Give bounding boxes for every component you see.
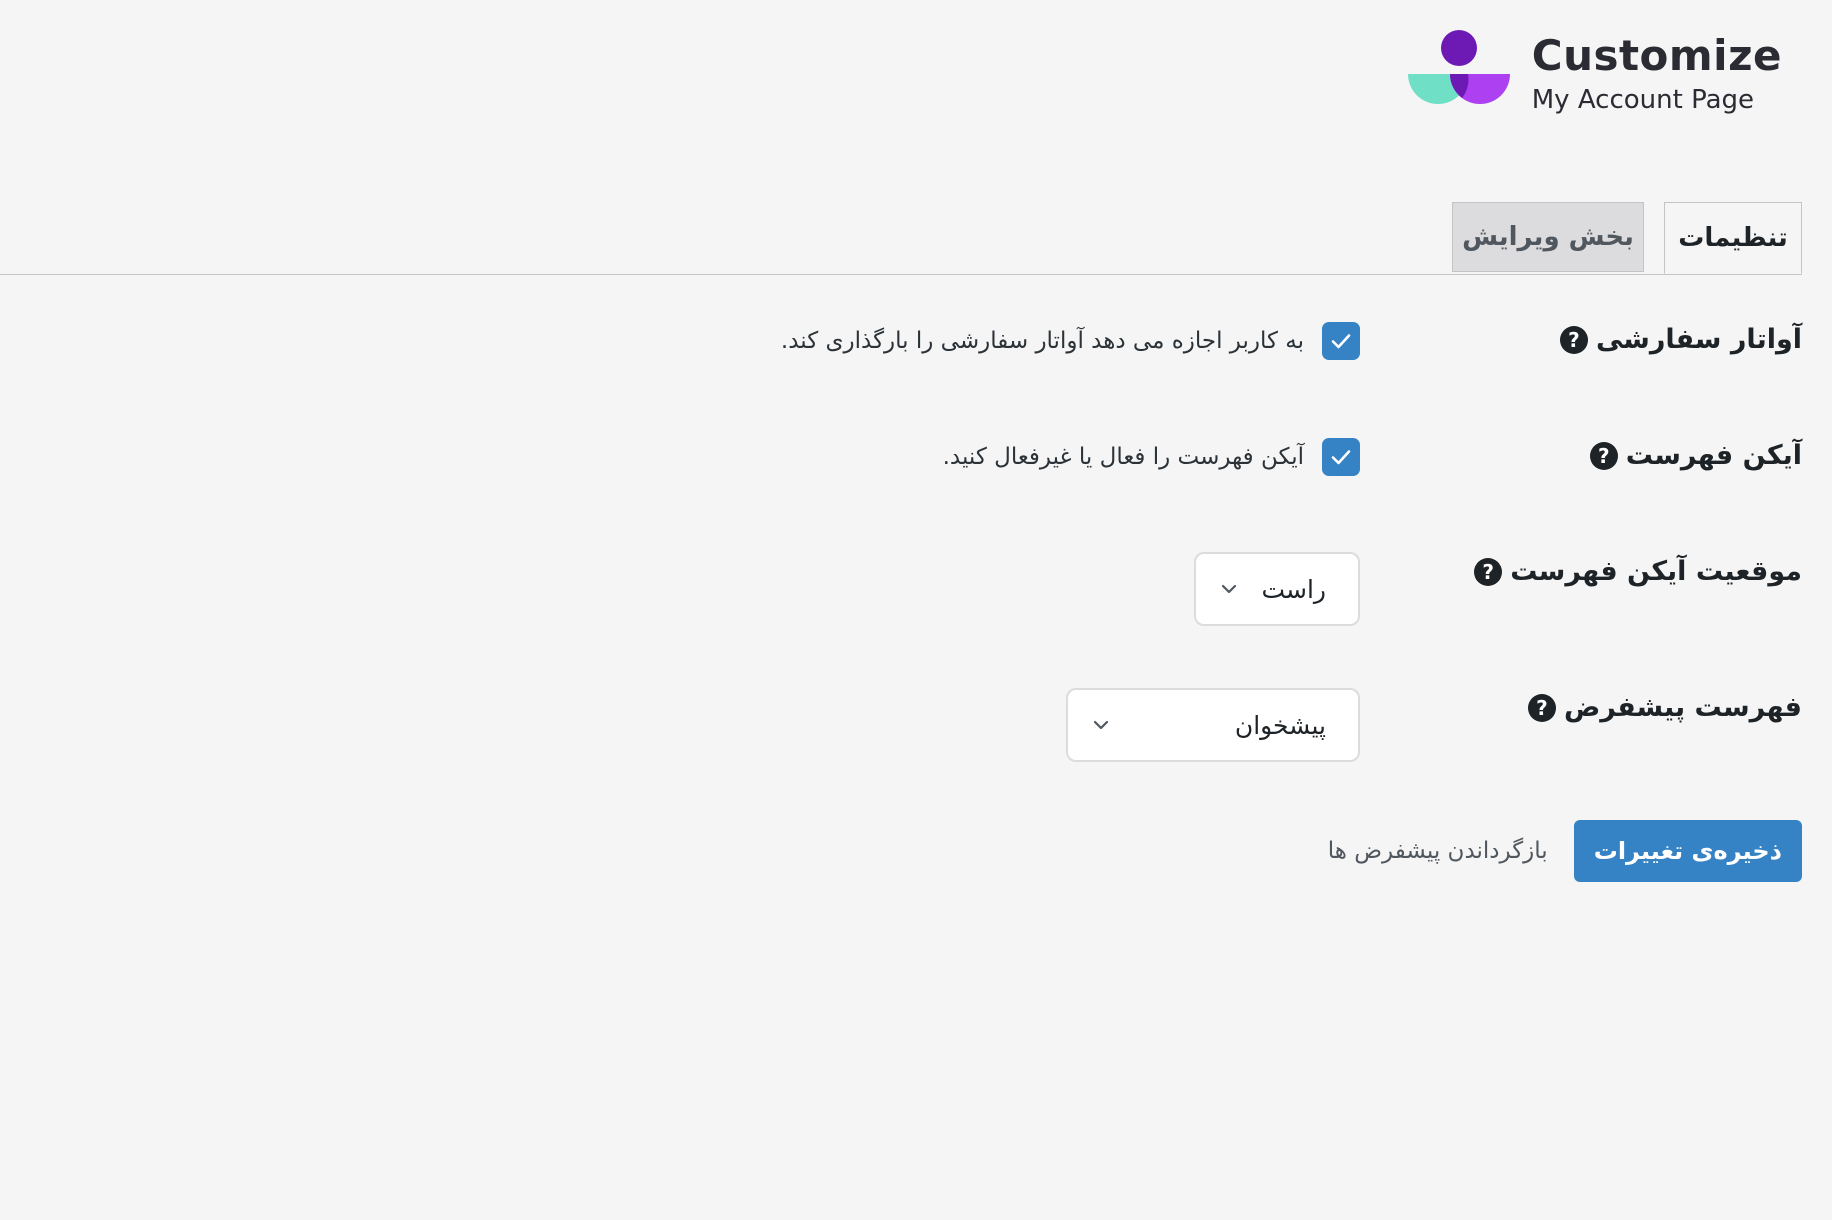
chevron-down-icon <box>1221 584 1237 594</box>
default-menu-value: پیشخوان <box>1234 710 1326 740</box>
brand-logo: Customize My Account Page <box>1400 28 1782 120</box>
question-circle-icon[interactable]: ? <box>1559 325 1588 354</box>
custom-avatar-label-text: آواتار سفارشی <box>1595 324 1802 355</box>
menu-icon-position-select[interactable]: راست <box>1194 552 1360 626</box>
chevron-down-icon <box>1093 720 1109 730</box>
form-actions: ذخیره‌ی تغییرات بازگرداندن پیشفرض ها <box>1328 820 1802 882</box>
reset-defaults-link[interactable]: بازگرداندن پیشفرض ها <box>1328 838 1548 864</box>
question-circle-icon[interactable]: ? <box>1527 693 1556 722</box>
tab-bar: تنظیمات بخش ویرایش <box>0 202 1802 275</box>
menu-icon-position-label-text: موقعیت آیکن فهرست <box>1510 556 1802 587</box>
logo-subtitle: My Account Page <box>1531 85 1755 115</box>
logo-text: Customize My Account Page <box>1531 31 1782 115</box>
tab-settings[interactable]: تنظیمات <box>1664 202 1802 274</box>
tab-edit-section[interactable]: بخش ویرایش <box>1452 202 1644 272</box>
default-menu-field: پیشخوان <box>1066 688 1360 762</box>
menu-icon-checkbox[interactable] <box>1322 438 1360 476</box>
question-circle-icon[interactable]: ? <box>1589 441 1618 470</box>
custom-avatar-label: آواتار سفارشی ? <box>1559 324 1802 355</box>
default-menu-label: فهرست پیشفرض ? <box>1527 692 1802 723</box>
menu-icon-description: آیکن فهرست را فعال یا غیرفعال کنید. <box>942 444 1304 470</box>
question-circle-icon[interactable]: ? <box>1474 557 1503 586</box>
menu-icon-label-text: آیکن فهرست <box>1625 440 1802 471</box>
menu-icon-position-value: راست <box>1261 574 1326 604</box>
default-menu-select[interactable]: پیشخوان <box>1066 688 1360 762</box>
checkmark-icon <box>1331 450 1351 465</box>
menu-icon-position-label: موقعیت آیکن فهرست ? <box>1474 556 1802 587</box>
menu-icon-position-field: راست <box>1194 552 1360 626</box>
save-changes-button[interactable]: ذخیره‌ی تغییرات <box>1573 820 1802 882</box>
menu-icon-label: آیکن فهرست ? <box>1589 440 1802 471</box>
logo-mark-icon <box>1407 30 1510 104</box>
logo-title: Customize <box>1531 31 1782 80</box>
custom-avatar-description: به کاربر اجازه می دهد آواتار سفارشی را ب… <box>780 328 1304 354</box>
custom-avatar-field: به کاربر اجازه می دهد آواتار سفارشی را ب… <box>781 322 1360 360</box>
checkmark-icon <box>1331 334 1351 349</box>
default-menu-label-text: فهرست پیشفرض <box>1563 692 1802 723</box>
menu-icon-field: آیکن فهرست را فعال یا غیرفعال کنید. <box>943 438 1360 476</box>
custom-avatar-checkbox[interactable] <box>1322 322 1360 360</box>
